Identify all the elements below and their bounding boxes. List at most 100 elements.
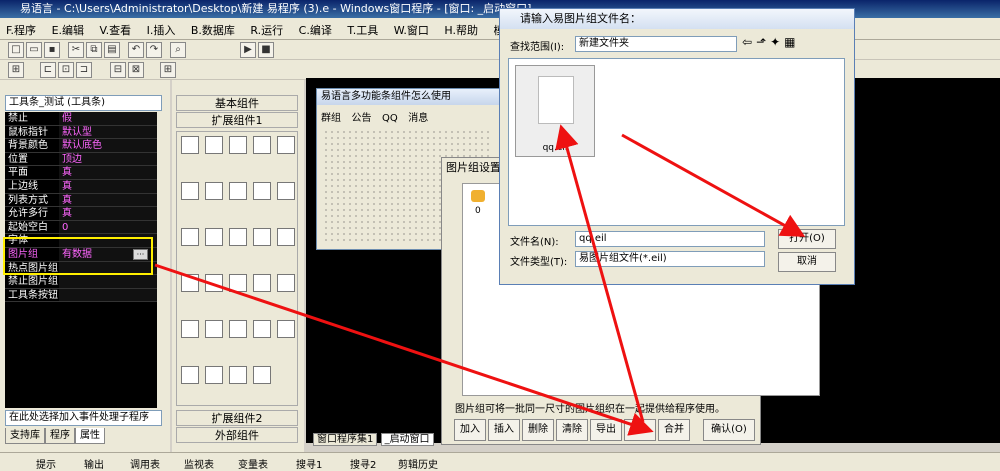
status-call-table[interactable]: 调用表 <box>130 456 160 471</box>
prop-row[interactable]: 禁止图片组 <box>5 275 157 289</box>
grid-icon[interactable]: ⊞ <box>160 62 176 78</box>
redo-icon[interactable]: ↷ <box>146 42 162 58</box>
component-icon[interactable] <box>229 228 247 246</box>
prop-row[interactable]: 起始空白 0 <box>5 220 157 235</box>
cancel-button[interactable]: 取消 <box>778 252 836 272</box>
copy-icon[interactable]: ⧉ <box>86 42 102 58</box>
run-icon[interactable]: ▶ <box>240 42 256 58</box>
export-button[interactable]: 导出 <box>590 419 622 441</box>
undo-icon[interactable]: ↶ <box>128 42 144 58</box>
group-extended2[interactable]: 扩展组件2 <box>176 410 298 426</box>
prop-row[interactable]: 上边线真 <box>5 179 157 194</box>
prop-row[interactable]: 平面真 <box>5 166 157 180</box>
clear-button[interactable]: 清除 <box>556 419 588 441</box>
tab-program[interactable]: 程序 <box>45 428 75 444</box>
status-watch-table[interactable]: 监视表 <box>184 456 214 471</box>
view-menu-icon[interactable]: ▦ <box>784 35 799 49</box>
status-search2[interactable]: 搜寻2 <box>350 456 376 471</box>
pointer-icon[interactable] <box>181 136 199 154</box>
prop-row[interactable]: 允许多行真 <box>5 207 157 221</box>
open-icon[interactable]: ▭ <box>26 42 42 58</box>
file-item[interactable]: qq.eil <box>515 65 595 157</box>
tab-start-window[interactable]: _启动窗口 <box>380 433 434 446</box>
cut-icon[interactable]: ✂ <box>68 42 84 58</box>
same-height-icon[interactable]: ⊠ <box>128 62 144 78</box>
prop-row[interactable]: 背景颜色 默认底色 <box>5 139 157 153</box>
status-var-table[interactable]: 变量表 <box>238 456 268 471</box>
menu-insert[interactable]: I.插入 <box>141 18 182 42</box>
filetype-select[interactable]: 易图片组文件(*.eil) <box>575 251 765 267</box>
component-icon[interactable] <box>277 320 295 338</box>
save-icon[interactable]: ▪ <box>44 42 60 58</box>
component-icon[interactable] <box>229 136 247 154</box>
group-external[interactable]: 外部组件 <box>176 427 298 443</box>
prop-row[interactable]: 鼠标指针 默认型 <box>5 125 157 140</box>
menu-help[interactable]: H.帮助 <box>438 18 484 42</box>
insert-button[interactable]: 插入 <box>488 419 520 441</box>
status-clip-history[interactable]: 剪辑历史 <box>398 456 438 471</box>
same-width-icon[interactable]: ⊟ <box>110 62 126 78</box>
confirm-button[interactable]: 确认(O) <box>703 419 755 441</box>
group-extended1[interactable]: 扩展组件1 <box>176 112 298 128</box>
component-icon[interactable] <box>253 320 271 338</box>
component-icon[interactable] <box>253 274 271 292</box>
delete-button[interactable]: 删除 <box>522 419 554 441</box>
component-icon[interactable] <box>181 320 199 338</box>
component-icon[interactable] <box>181 366 199 384</box>
status-output[interactable]: 输出 <box>84 456 104 471</box>
menu-view[interactable]: V.查看 <box>94 18 138 42</box>
tab-window-set[interactable]: 窗口程序集1 <box>313 433 378 446</box>
component-icon[interactable] <box>229 274 247 292</box>
status-search1[interactable]: 搜寻1 <box>296 456 322 471</box>
menu-run[interactable]: R.运行 <box>244 18 289 42</box>
component-icon[interactable] <box>205 136 223 154</box>
new-icon[interactable]: □ <box>8 42 24 58</box>
component-selector[interactable]: 工具条_测试 (工具条) <box>5 95 162 111</box>
component-icon[interactable] <box>181 274 199 292</box>
component-icon[interactable] <box>205 274 223 292</box>
group-basic[interactable]: 基本组件 <box>176 95 298 111</box>
component-icon[interactable] <box>253 182 271 200</box>
component-icon[interactable] <box>277 274 295 292</box>
toolbar-button-message[interactable]: 消息 <box>408 109 428 124</box>
open-button[interactable]: 打开(O) <box>778 229 836 249</box>
align-center-icon[interactable]: ⊡ <box>58 62 74 78</box>
tab-support-library[interactable]: 支持库 <box>5 428 45 444</box>
find-icon[interactable]: ⌕ <box>170 42 186 58</box>
component-icon[interactable] <box>253 366 271 384</box>
component-icon[interactable] <box>253 136 271 154</box>
add-button[interactable]: 加入 <box>454 419 486 441</box>
stop-icon[interactable]: ■ <box>258 42 274 58</box>
align-right-icon[interactable]: ⊐ <box>76 62 92 78</box>
component-icon[interactable] <box>205 320 223 338</box>
back-icon[interactable]: ⇦ <box>742 35 756 49</box>
component-icon[interactable] <box>205 182 223 200</box>
component-icon[interactable] <box>277 182 295 200</box>
menu-tools[interactable]: T.工具 <box>341 18 384 42</box>
new-folder-icon[interactable]: ✦ <box>770 35 784 49</box>
component-icon[interactable] <box>229 182 247 200</box>
component-icon[interactable] <box>253 228 271 246</box>
component-icon[interactable] <box>205 366 223 384</box>
component-icon[interactable] <box>181 228 199 246</box>
component-icon[interactable] <box>205 228 223 246</box>
prop-row[interactable]: 工具条按钮 <box>5 288 157 303</box>
status-tip[interactable]: 提示 <box>36 456 56 471</box>
align-left-icon[interactable]: ⊏ <box>40 62 56 78</box>
menu-window[interactable]: W.窗口 <box>388 18 435 42</box>
import-button[interactable]: 导入 <box>624 419 656 441</box>
align-icon[interactable]: ⊞ <box>8 62 24 78</box>
component-icon[interactable] <box>229 366 247 384</box>
tab-properties[interactable]: 属性 <box>75 428 105 444</box>
lookin-select[interactable]: 新建文件夹 <box>575 36 737 52</box>
menu-compile[interactable]: C.编译 <box>293 18 338 42</box>
component-icon[interactable] <box>229 320 247 338</box>
menu-edit[interactable]: E.编辑 <box>46 18 90 42</box>
component-icon[interactable] <box>277 228 295 246</box>
prop-row[interactable]: 位置 顶边 <box>5 152 157 167</box>
toolbar-button-group[interactable]: 群组 <box>321 109 341 124</box>
merge-button[interactable]: 合并 <box>658 419 690 441</box>
up-folder-icon[interactable]: ⬏ <box>756 35 770 49</box>
component-icon[interactable] <box>181 182 199 200</box>
paste-icon[interactable]: ▤ <box>104 42 120 58</box>
